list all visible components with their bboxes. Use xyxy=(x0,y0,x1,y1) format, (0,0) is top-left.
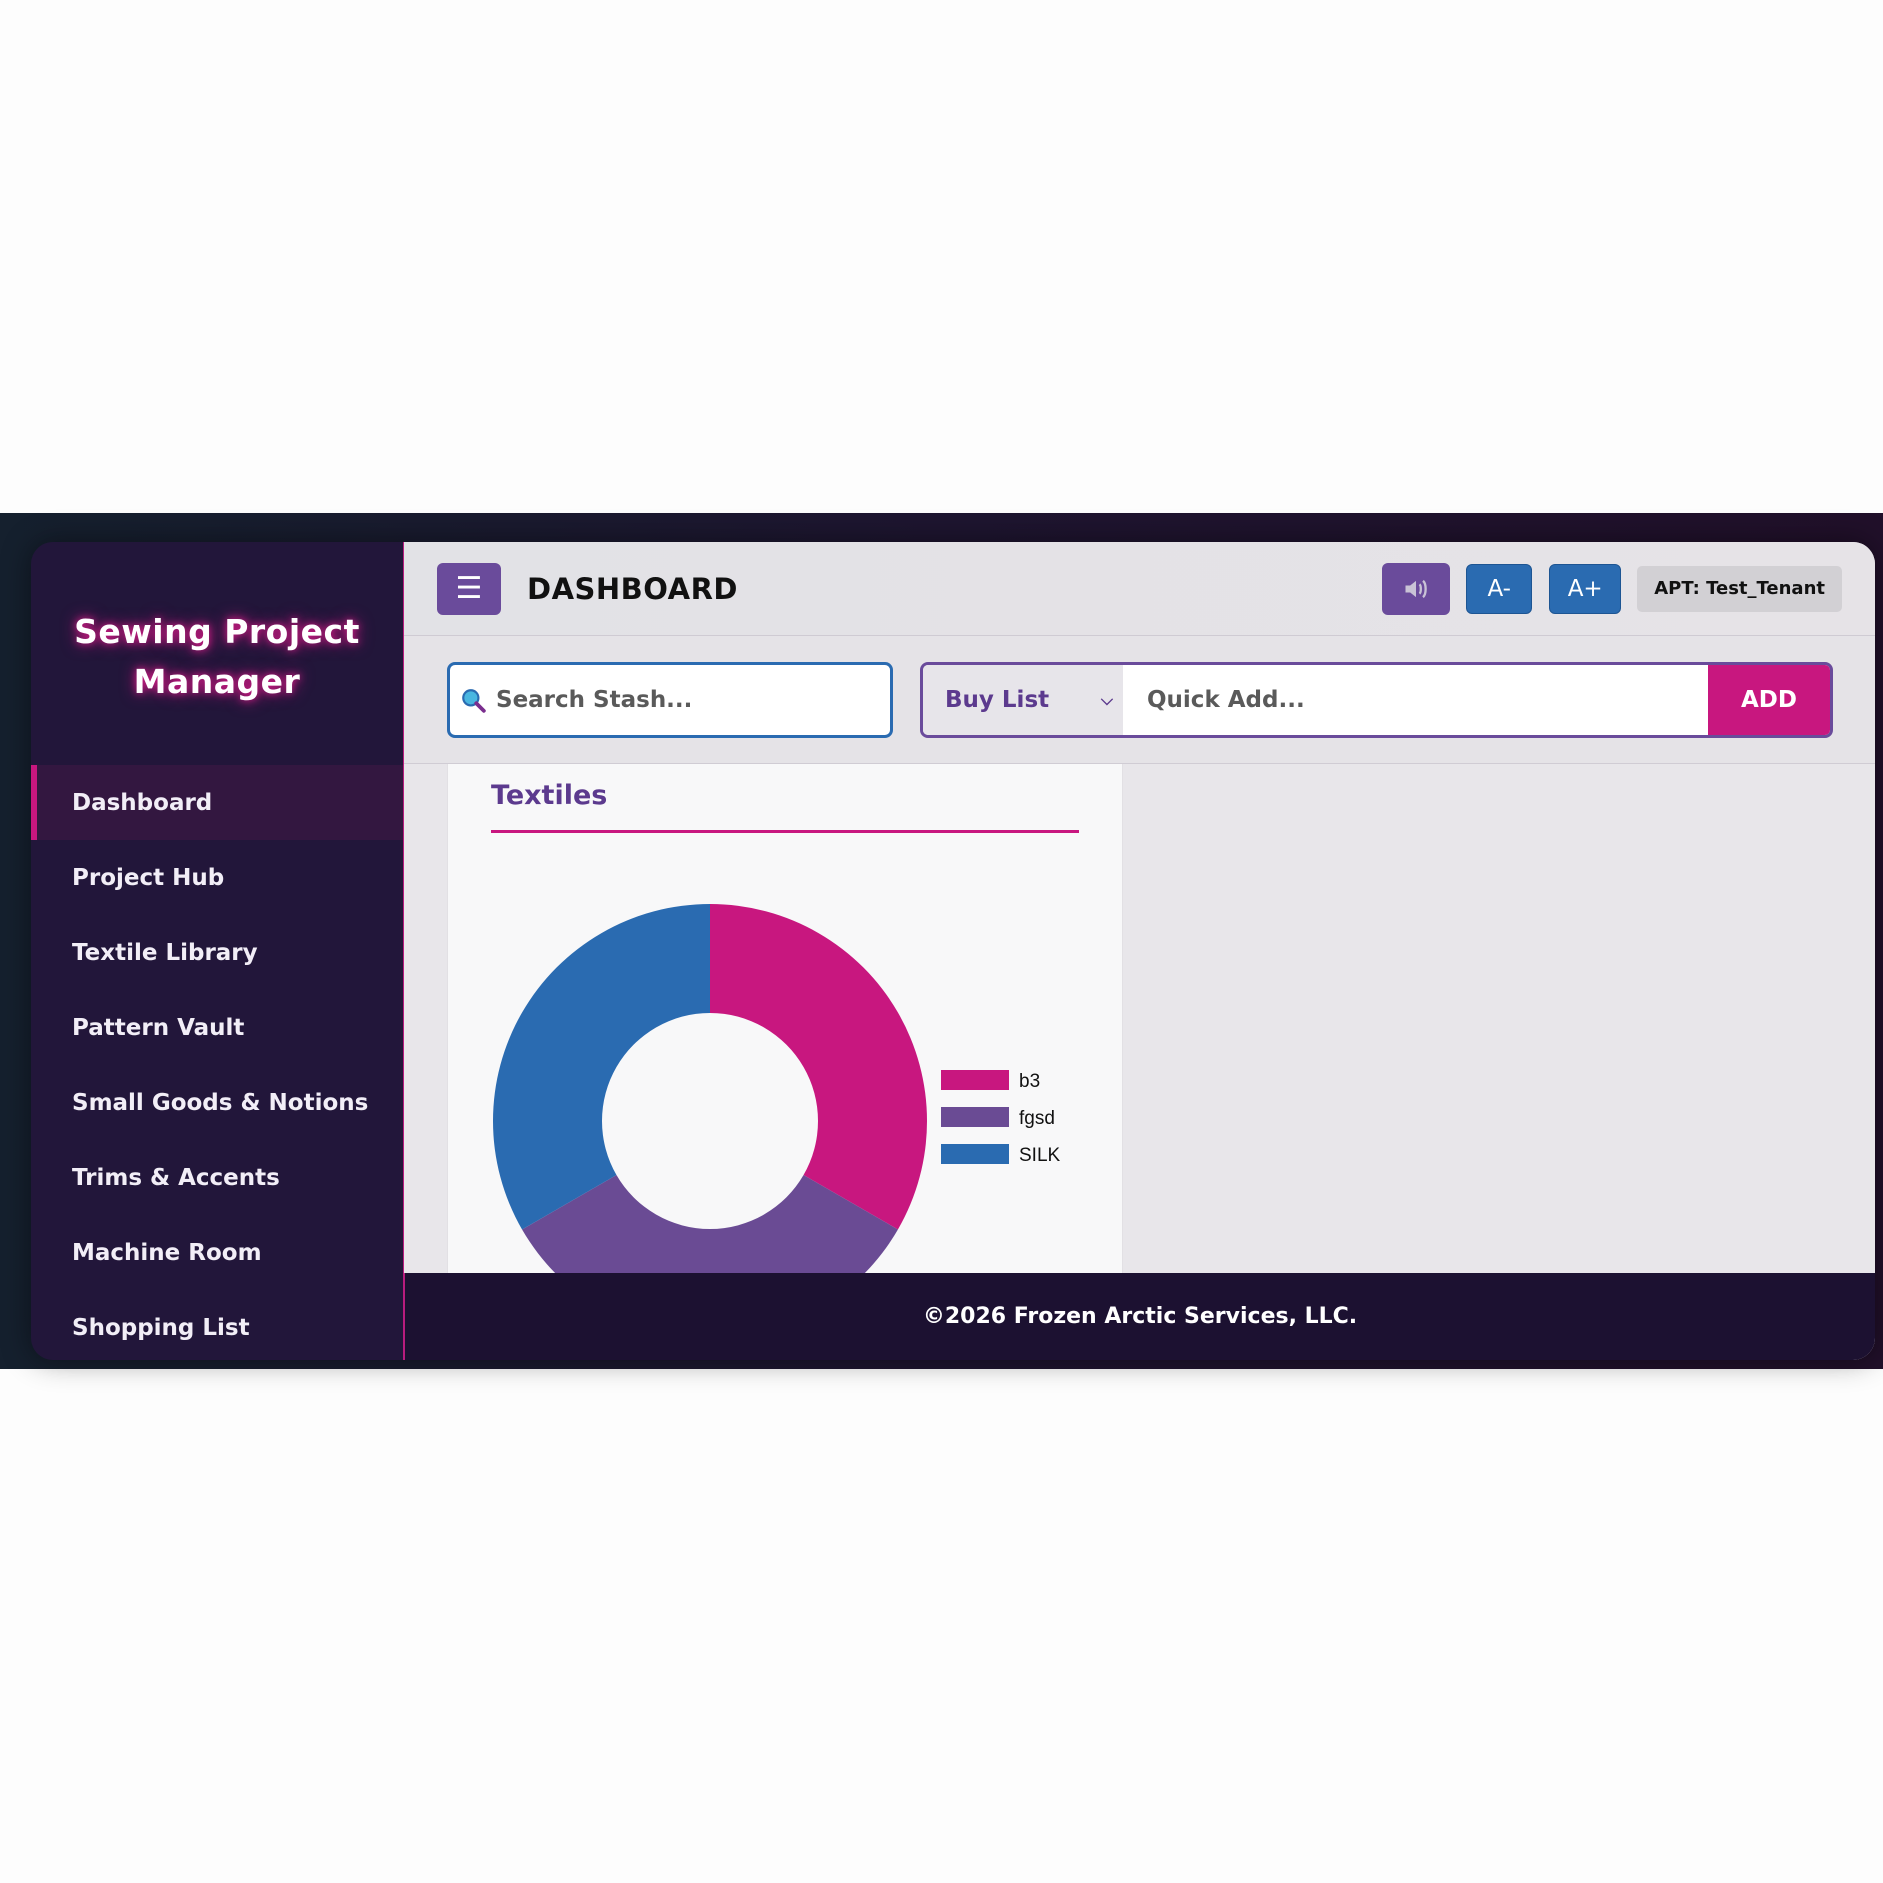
top-bar-actions: A- A+ APT: Test_Tenant xyxy=(1382,562,1842,615)
footer: ©2026 Frozen Arctic Services, LLC. xyxy=(404,1273,1875,1360)
top-bar: ☰ DASHBOARD A- A+ APT: Test_Tenant xyxy=(404,542,1875,636)
textiles-donut-chart: b3 fgsd SILK xyxy=(493,904,1061,1273)
menu-toggle-button[interactable]: ☰ xyxy=(437,562,501,615)
dashboard-content: Textiles b3 fgsd SILK xyxy=(404,764,1875,1273)
chart-slice-silk[interactable] xyxy=(493,904,710,1230)
quick-add-input[interactable] xyxy=(1123,664,1708,735)
app-title-line2: Manager xyxy=(133,661,301,701)
quick-add-group: Buy List ⌵ ADD xyxy=(920,661,1833,738)
search-input[interactable] xyxy=(494,685,878,714)
page-title: DASHBOARD xyxy=(527,571,738,606)
add-button[interactable]: ADD xyxy=(1708,664,1830,735)
legend-label-silk: SILK xyxy=(1019,1145,1061,1166)
search-icon xyxy=(462,688,486,713)
sidebar-item-pattern-vault[interactable]: Pattern Vault xyxy=(31,990,403,1065)
sidebar: Sewing Project Manager Dashboard Project… xyxy=(31,542,404,1360)
app-title-line1: Sewing Project xyxy=(74,611,360,651)
main-panel: ☰ DASHBOARD A- A+ APT: Test_Tenant Searc… xyxy=(404,542,1875,1360)
sidebar-item-small-goods[interactable]: Small Goods & Notions xyxy=(31,1065,403,1140)
hamburger-icon: ☰ xyxy=(455,571,483,606)
legend-label-fgsd: fgsd xyxy=(1019,1108,1055,1129)
sidebar-item-shopping-list[interactable]: Shopping List xyxy=(31,1290,403,1360)
legend-swatch-silk xyxy=(941,1144,1009,1164)
sidebar-nav: Dashboard Project Hub Textile Library Pa… xyxy=(31,765,403,1360)
sidebar-item-dashboard[interactable]: Dashboard xyxy=(31,765,403,840)
search-box[interactable] xyxy=(447,661,893,738)
sidebar-item-project-hub[interactable]: Project Hub xyxy=(31,840,403,915)
chart-slice-b3[interactable] xyxy=(710,904,928,1230)
app-window: Sewing Project Manager Dashboard Project… xyxy=(31,542,1875,1360)
action-toolbar: Buy List ⌵ ADD xyxy=(404,636,1875,764)
sound-toggle-button[interactable] xyxy=(1382,562,1451,615)
legend-swatch-b3 xyxy=(941,1070,1009,1090)
font-decrease-button[interactable]: A- xyxy=(1466,563,1533,614)
speaker-icon xyxy=(1405,579,1428,598)
sidebar-item-trims[interactable]: Trims & Accents xyxy=(31,1140,403,1215)
sidebar-item-machine-room[interactable]: Machine Room xyxy=(31,1215,403,1290)
app-title: Sewing Project Manager xyxy=(31,542,403,765)
legend-label-b3: b3 xyxy=(1019,1071,1040,1092)
font-increase-button[interactable]: A+ xyxy=(1549,563,1622,614)
list-select-value: Buy List xyxy=(945,686,1050,713)
tenant-badge: APT: Test_Tenant xyxy=(1637,565,1842,612)
footer-copyright: ©2026 Frozen Arctic Services, LLC. xyxy=(922,1304,1358,1329)
textiles-card: Textiles b3 fgsd SILK xyxy=(447,764,1123,1273)
sidebar-item-textile-library[interactable]: Textile Library xyxy=(31,915,403,990)
legend-swatch-fgsd xyxy=(941,1107,1009,1127)
list-select[interactable]: Buy List ⌵ xyxy=(923,664,1123,735)
chevron-down-icon: ⌵ xyxy=(1100,689,1113,709)
